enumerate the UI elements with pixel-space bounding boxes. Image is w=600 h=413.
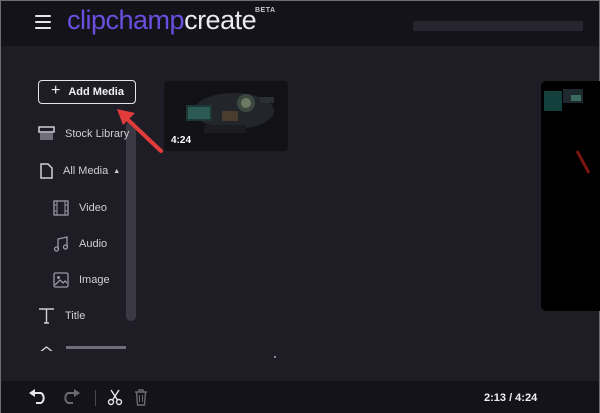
film-icon: [53, 200, 69, 216]
sidebar-item-label: All Media: [63, 165, 109, 177]
sidebar-next-item-cutoff: [38, 341, 128, 351]
playback-timecode: 2:13 / 4:24: [484, 392, 538, 404]
music-note-icon: [53, 236, 69, 252]
plus-icon: +: [51, 82, 61, 99]
media-clip-thumbnail[interactable]: 4:24: [164, 81, 288, 151]
sidebar-item-title[interactable]: Title: [38, 307, 85, 324]
video-preview: [541, 81, 600, 311]
clip-duration: 4:24: [171, 135, 192, 146]
menu-icon[interactable]: [35, 15, 51, 29]
add-media-label: Add Media: [68, 86, 124, 98]
topbar-placeholder: [413, 21, 583, 31]
annotation-arrow: [117, 109, 163, 153]
sidebar-item-image[interactable]: Image: [53, 272, 110, 288]
sidebar-item-audio[interactable]: Audio: [53, 236, 107, 252]
sidebar-item-video[interactable]: Video: [53, 200, 107, 216]
preview-frame: [541, 81, 600, 311]
logo-product: create: [184, 5, 257, 35]
top-bar: clipchampcreate BETA: [1, 1, 599, 46]
sidebar-item-label: Image: [79, 274, 110, 286]
caret-up-icon: ▲: [113, 167, 121, 175]
sidebar-item-all-media[interactable]: All Media ▲: [40, 163, 120, 179]
sidebar-item-label: Title: [65, 309, 86, 322]
bottom-toolbar: 2:13 / 4:24: [1, 381, 599, 413]
undo-icon[interactable]: [28, 389, 50, 405]
sidebar-item-label: Video: [79, 202, 107, 214]
logo-brand: clipchamp: [67, 5, 185, 35]
text-t-icon: [39, 308, 54, 324]
beta-badge: BETA: [255, 7, 276, 14]
app-logo: clipchampcreate BETA: [67, 5, 275, 36]
divider-dot: [274, 356, 276, 358]
file-icon: [40, 163, 53, 179]
scissors-icon[interactable]: [107, 389, 123, 406]
redo-icon[interactable]: [59, 389, 81, 405]
trash-icon[interactable]: [134, 389, 148, 406]
toolbar-divider: [95, 390, 96, 406]
box-icon: [38, 126, 55, 140]
sidebar-item-label: Audio: [79, 238, 108, 250]
image-icon: [53, 272, 69, 288]
